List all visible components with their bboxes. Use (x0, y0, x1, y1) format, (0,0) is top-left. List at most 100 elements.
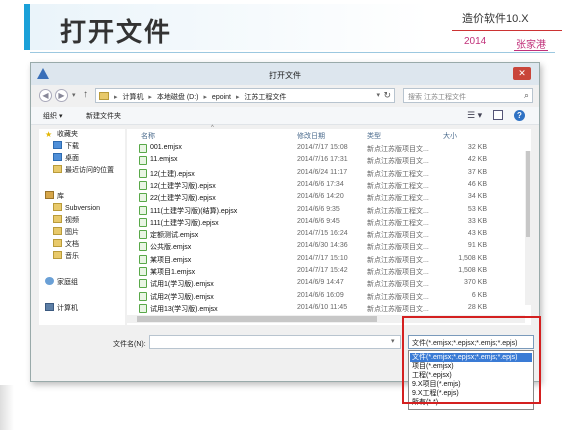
folder-icon (53, 239, 62, 247)
folder-icon (53, 203, 62, 211)
sidebar-item-recent[interactable]: 最近访问的位置 (53, 165, 114, 177)
file-icon (139, 267, 147, 276)
file-name: 公共版.emjsx (150, 244, 192, 252)
table-row[interactable]: 某项目1.emjsx 2014/7/17 15:42 新点江苏版项目文... 1,50… (127, 266, 522, 278)
sidebar-item-subversion[interactable]: Subversion (53, 203, 100, 215)
search-input[interactable]: 搜索 江苏工程文件 ⌕ (403, 88, 533, 103)
new-folder-button[interactable]: 新建文件夹 (86, 111, 121, 121)
table-row[interactable]: 某项目.emjsx 2014/7/17 15:10 新点江苏版项目文... 1,508… (127, 254, 522, 266)
up-arrow-icon[interactable]: ↑ (83, 89, 88, 100)
filename-input[interactable] (149, 335, 401, 349)
breadcrumb-item[interactable]: 江苏工程文件 (244, 94, 286, 101)
breadcrumb-item[interactable]: 计算机 (122, 94, 143, 101)
table-row[interactable]: 定额测试.emjsx 2014/7/15 16:24 新点江苏版项目文... 43 K… (127, 229, 522, 241)
column-header-type[interactable]: 类型 (367, 131, 381, 141)
chevron-down-icon[interactable]: ▾ (376, 91, 380, 99)
table-row[interactable]: 试用1(学习版).emjsx 2014/6/9 14:47 新点江苏版项目文... 3… (127, 278, 522, 290)
filename-label: 文件名(N): (113, 341, 146, 348)
column-header-size[interactable]: 大小 (443, 131, 457, 141)
file-name: 12(土建学习版).epjsx (150, 182, 216, 190)
file-size: 43 KB (467, 230, 487, 238)
file-icon (139, 144, 147, 153)
file-date: 2014/7/16 17:31 (297, 156, 348, 164)
sidebar-item-downloads[interactable]: 下载 (53, 141, 79, 153)
table-row[interactable]: 公共版.emjsx 2014/6/30 14:36 新点江苏版项目文... 91 KB (127, 241, 522, 253)
table-row[interactable]: 试用2(学习版).emjsx 2014/6/6 16:09 新点江苏版项目文... 6… (127, 291, 522, 303)
sort-ascending-icon: ^ (211, 125, 214, 131)
file-icon (139, 180, 147, 190)
file-name: 111(土建学习版).epjsx (150, 219, 219, 227)
file-size: 370 KB (464, 279, 487, 287)
corner-decoration (0, 385, 14, 430)
refresh-icon[interactable]: ↻ (383, 90, 391, 101)
organize-button[interactable]: 组织 ▾ (43, 111, 62, 121)
file-name: 12(土建).epjsx (150, 170, 195, 178)
address-bar[interactable]: ▸ 计算机 ▸ 本地磁盘 (D:) ▸ epoint ▸ 江苏工程文件 ▾ ↻ (95, 88, 395, 103)
file-size: 91 KB (467, 242, 487, 250)
highlight-box (402, 316, 541, 404)
breadcrumb-item[interactable]: epoint (212, 94, 231, 101)
file-icon (139, 279, 147, 289)
toolbar: 组织 ▾ 新建文件夹 ☰ ▾ ? (31, 107, 539, 125)
folder-icon (99, 92, 109, 100)
sidebar-item-desktop[interactable]: 桌面 (53, 153, 79, 165)
file-date: 2014/7/15 16:24 (297, 230, 348, 238)
file-date: 2014/7/17 15:10 (297, 254, 348, 262)
search-placeholder: 搜索 江苏工程文件 (408, 94, 466, 101)
breadcrumb-item[interactable]: 本地磁盘 (D:) (157, 94, 199, 101)
file-size: 46 KB (467, 180, 487, 188)
author-underline (514, 50, 548, 51)
table-row[interactable]: 试用13(学习版).emjsx 2014/6/10 11:45 新点江苏版项目文..… (127, 303, 522, 315)
file-icon (139, 303, 147, 313)
sidebar-item-favorites[interactable]: ★ 收藏夹 (45, 129, 78, 141)
file-size: 42 KB (467, 156, 487, 164)
search-icon[interactable]: ⌕ (524, 90, 529, 101)
title-bar[interactable]: 打开文件 ✕ (31, 63, 539, 85)
sidebar-item-pictures[interactable]: 图片 (53, 227, 79, 239)
folder-icon (53, 153, 62, 161)
file-size: 32 KB (467, 144, 487, 151)
star-icon: ★ (45, 130, 53, 139)
table-row[interactable]: 111(土建学习版).epjsx 2014/6/6 9:45 新点江苏版工程文...… (127, 217, 522, 229)
help-icon[interactable]: ? (514, 110, 525, 121)
folder-icon (53, 227, 62, 235)
library-icon (45, 191, 54, 199)
forward-button[interactable]: ▶ (55, 89, 68, 102)
file-size: 34 KB (467, 193, 487, 201)
table-row[interactable]: 111(土建学习版)(结算).epjsx 2014/6/6 9:35 新点江苏版工程… (127, 205, 522, 217)
sidebar-item-documents[interactable]: 文档 (53, 239, 79, 251)
year-label: 2014 (464, 36, 487, 47)
file-date: 2014/6/6 17:34 (297, 180, 344, 188)
file-type: 新点江苏版工程文... (367, 219, 429, 227)
file-name: 111(土建学习版)(结算).epjsx (150, 207, 238, 215)
close-button[interactable]: ✕ (513, 67, 531, 80)
column-header-date[interactable]: 修改日期 (297, 131, 325, 141)
file-name: 定额测试.emjsx (150, 232, 199, 240)
table-row[interactable]: 22(土建学习版).epjsx 2014/6/6 14:20 新点江苏版工程文...… (127, 192, 522, 204)
brand-divider (452, 30, 562, 31)
recent-locations-icon[interactable]: ▾ (72, 91, 76, 99)
preview-pane-icon[interactable] (493, 110, 503, 120)
view-options-icon[interactable]: ☰ ▾ (467, 110, 482, 121)
table-row[interactable]: 11.emjsx 2014/7/16 17:31 新点江苏版项目文... 42 KB (127, 155, 522, 167)
file-type: 新点江苏版工程文... (367, 207, 429, 215)
header-divider (30, 52, 555, 53)
file-icon (139, 193, 147, 203)
sidebar-item-videos[interactable]: 视频 (53, 215, 79, 227)
vertical-scroll-thumb[interactable] (526, 151, 530, 237)
table-row[interactable]: 001.emjsx 2014/7/17 15:08 新点江苏版项目文... 32 KB (127, 143, 522, 155)
sidebar-item-homegroup[interactable]: 家庭组 (45, 277, 78, 289)
table-row[interactable]: 12(土建).epjsx 2014/6/24 11:17 新点江苏版工程文... 37… (127, 168, 522, 180)
sidebar-item-libraries[interactable]: 库 (45, 191, 64, 203)
column-header-name[interactable]: 名称 (141, 131, 155, 141)
horizontal-scroll-thumb[interactable] (137, 316, 377, 322)
brand-label: 造价软件10.X (462, 13, 529, 25)
homegroup-icon (45, 277, 54, 285)
folder-icon (53, 141, 62, 149)
sidebar-item-music[interactable]: 音乐 (53, 251, 79, 263)
table-row[interactable]: 12(土建学习版).epjsx 2014/6/6 17:34 新点江苏版工程文...… (127, 180, 522, 192)
back-button[interactable]: ◀ (39, 89, 52, 102)
file-icon (139, 242, 147, 252)
file-icon (139, 254, 147, 264)
sidebar-item-computer[interactable]: 计算机 (45, 303, 78, 315)
